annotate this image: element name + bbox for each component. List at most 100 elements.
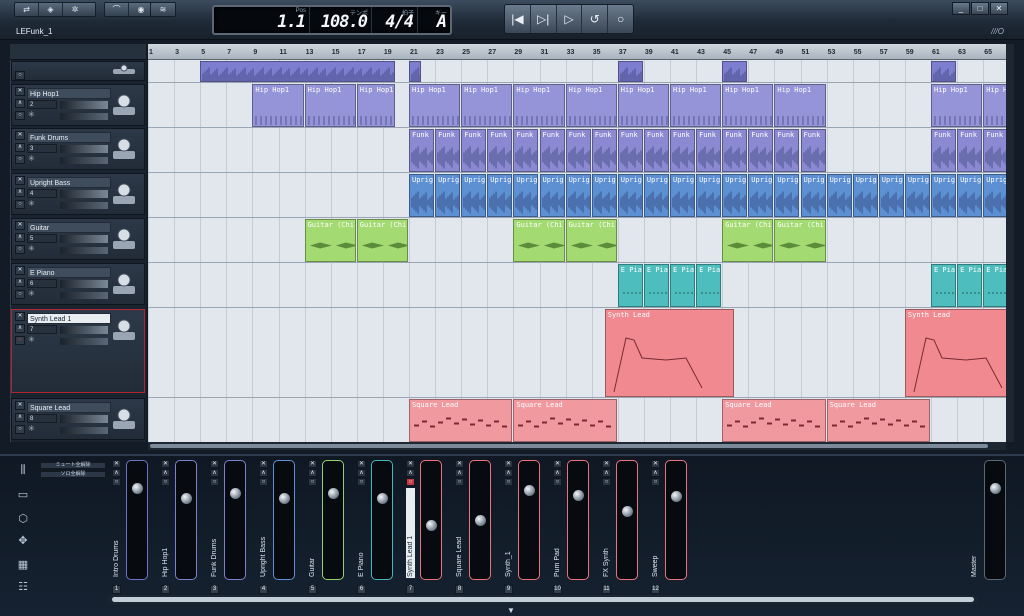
fader-knob[interactable] [990, 482, 1001, 494]
clip[interactable]: Hip Hop1 [304, 84, 356, 127]
signature-cell[interactable]: 拍子 4/4 [372, 7, 418, 33]
clip[interactable]: Hip Hop1 [722, 84, 774, 127]
mute-button[interactable]: ✕ [210, 460, 219, 468]
mute-button[interactable]: ✕ [308, 460, 317, 468]
clip[interactable]: Uprig [983, 174, 1006, 217]
clip[interactable]: Uprig [617, 174, 643, 217]
track-volume-slider[interactable] [60, 280, 108, 288]
volume-fader[interactable] [518, 460, 540, 580]
fader-knob[interactable] [426, 520, 437, 532]
record-arm-button[interactable]: ○ [602, 478, 611, 486]
clip[interactable]: Guitar (Chill [774, 219, 826, 262]
record-arm-button[interactable]: ○ [15, 425, 25, 434]
clip[interactable]: Uprig [774, 174, 800, 217]
mute-button[interactable]: ✕ [455, 460, 464, 468]
clip[interactable]: Uprig [670, 174, 696, 217]
volume-fader[interactable] [322, 460, 344, 580]
clip[interactable]: Funk [513, 129, 539, 172]
mute-button[interactable]: ✕ [15, 131, 25, 140]
clip[interactable]: Funk [643, 129, 669, 172]
track-name[interactable]: Synth Lead 1 [27, 313, 111, 324]
rewind-button[interactable]: |◀ [505, 5, 531, 33]
volume-fader[interactable] [420, 460, 442, 580]
clip[interactable]: E Pian [696, 264, 722, 307]
track-header[interactable]: Upright Bass 4 ✳ ✕ ∧ ○ [11, 173, 145, 215]
clip[interactable]: Hip Hop1 [461, 84, 513, 127]
clip[interactable]: Funk [617, 129, 643, 172]
fx-icon[interactable]: ✳ [28, 199, 35, 208]
clip[interactable]: Funk [670, 129, 696, 172]
wifi-icon[interactable]: ≋ [151, 3, 175, 16]
volume-fader[interactable] [175, 460, 197, 580]
clip[interactable]: Guitar (Chill [722, 219, 774, 262]
record-arm-button[interactable]: ○ [504, 478, 513, 486]
clip[interactable]: Uprig [461, 174, 487, 217]
clip[interactable]: Guitar (Chill [565, 219, 617, 262]
mixer-scroll-thumb[interactable] [112, 597, 974, 602]
solo-button[interactable]: ∧ [15, 324, 25, 333]
tempo-cell[interactable]: テンポ 108.0 [310, 7, 372, 33]
solo-button[interactable]: ∧ [15, 413, 25, 422]
scroll-thumb[interactable] [150, 444, 988, 448]
master-fader[interactable] [984, 460, 1006, 580]
clip[interactable]: Uprig [643, 174, 669, 217]
loop-button[interactable]: ↺ [582, 5, 609, 33]
solo-button[interactable]: ∧ [602, 469, 611, 477]
arrangement-area[interactable]: Hip Hop1 Hip Hop1 Hip Hop1 Hip Hop1 Hip Hop1… [148, 60, 1006, 442]
volume-fader[interactable] [567, 460, 589, 580]
mixer-icon[interactable]: ⫼ [16, 464, 30, 478]
track-name[interactable]: E Piano [27, 267, 111, 278]
collapse-arrow-icon[interactable]: ▼ [507, 606, 515, 615]
clip[interactable]: Uprig [513, 174, 539, 217]
record-arm-button[interactable]: ○ [651, 478, 660, 486]
solo-button[interactable]: ∧ [406, 469, 415, 477]
track-header[interactable]: Guitar 5 ✳ ✕ ∧ ○ [11, 218, 145, 260]
clip[interactable] [409, 61, 422, 82]
play-button[interactable]: ▷ [557, 5, 583, 33]
clip[interactable]: Square Lead [513, 399, 617, 442]
track-pan-slider[interactable] [60, 247, 108, 254]
record-arm-button[interactable]: ○ [15, 290, 25, 299]
clip[interactable]: Hip Hop1 [513, 84, 565, 127]
unsolo-all-button[interactable]: ソロ全解除 [40, 471, 106, 478]
pos-cell[interactable]: Pos 1.1 [214, 7, 310, 33]
clip[interactable]: Guitar (Chill [304, 219, 356, 262]
clip[interactable]: Hip Hop1 [617, 84, 669, 127]
volume-fader[interactable] [224, 460, 246, 580]
fader-knob[interactable] [671, 491, 682, 503]
track-volume-slider[interactable] [60, 415, 108, 423]
clip[interactable]: Uprig [931, 174, 957, 217]
clip[interactable]: Hip Hop1 [409, 84, 461, 127]
clip[interactable] [200, 61, 395, 82]
record-arm-button[interactable]: ○ [406, 478, 415, 486]
clip[interactable]: Guitar (Chill [513, 219, 565, 262]
solo-button[interactable]: ∧ [161, 469, 170, 477]
clip[interactable]: Uprig [826, 174, 852, 217]
solo-button[interactable]: ∧ [15, 143, 25, 152]
clip[interactable]: Synth Lead [904, 309, 1006, 397]
clip[interactable]: Funk [722, 129, 748, 172]
record-arm-button[interactable]: ○ [15, 245, 25, 254]
clip[interactable]: E Pian [670, 264, 696, 307]
clip[interactable]: Uprig [435, 174, 461, 217]
clip[interactable] [931, 61, 957, 82]
track-volume-slider[interactable] [60, 101, 108, 109]
track-pan-slider[interactable] [60, 157, 108, 164]
clip[interactable]: Uprig [487, 174, 513, 217]
clip[interactable]: Funk [983, 129, 1006, 172]
track-volume-slider[interactable] [60, 235, 108, 243]
solo-button[interactable]: ∧ [357, 469, 366, 477]
clip[interactable]: E Pian [983, 264, 1006, 307]
fx-icon[interactable]: ✳ [28, 289, 35, 298]
minimize-button[interactable]: _ [952, 2, 970, 15]
cube-icon[interactable]: ⬡ [16, 512, 30, 526]
track-header[interactable]: Funk Drums 3 ✳ ✕ ∧ ○ [11, 128, 145, 170]
clip[interactable]: Synth Lead [604, 309, 735, 397]
record-arm-button[interactable]: ○ [15, 200, 25, 209]
track-header[interactable]: ○ [11, 61, 145, 81]
track-volume-slider[interactable] [60, 190, 108, 198]
solo-button[interactable]: ∧ [112, 469, 121, 477]
volume-fader[interactable] [273, 460, 295, 580]
maximize-button[interactable]: □ [971, 2, 989, 15]
record-arm-button[interactable]: ○ [553, 478, 562, 486]
